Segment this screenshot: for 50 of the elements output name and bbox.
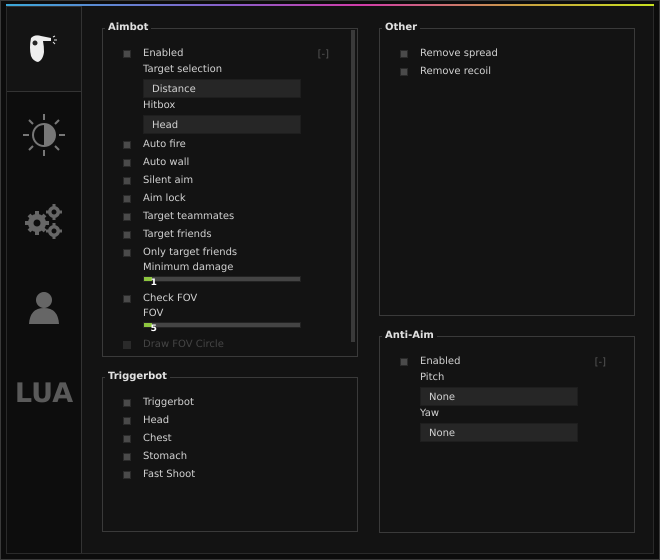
- checkbox-label: Auto fire: [143, 139, 186, 151]
- checkbox[interactable]: [400, 68, 408, 76]
- checkbox-label: Enabled: [143, 48, 184, 60]
- checkbox[interactable]: [123, 213, 131, 221]
- checkbox[interactable]: [123, 417, 131, 425]
- brightness-icon: [22, 113, 66, 157]
- checkbox-label: Target friends: [143, 229, 212, 241]
- checkbox[interactable]: [123, 177, 131, 185]
- sidebar-tab[interactable]: [7, 6, 81, 92]
- checkbox-label: Auto wall: [143, 157, 190, 169]
- checkbox[interactable]: [400, 358, 408, 366]
- checkbox-label: Only target friends: [143, 247, 238, 259]
- checkbox[interactable]: [123, 195, 131, 203]
- field-label: Yaw: [420, 408, 440, 420]
- slider-label: FOV: [143, 308, 164, 320]
- dropdown[interactable]: None: [420, 387, 578, 406]
- person-icon: [27, 290, 61, 324]
- checkbox[interactable]: [123, 399, 131, 407]
- field-label: Hitbox: [143, 100, 176, 112]
- checkbox[interactable]: [123, 50, 131, 58]
- checkbox[interactable]: [123, 141, 131, 149]
- checkbox[interactable]: [123, 159, 131, 167]
- checkbox-label: Aim lock: [143, 193, 186, 205]
- checkbox-label: Chest: [143, 433, 172, 445]
- checkbox[interactable]: [123, 295, 131, 303]
- gears-icon: [24, 203, 64, 239]
- checkbox-label: Head: [143, 415, 170, 427]
- checkbox[interactable]: [123, 453, 131, 461]
- checkbox-label: Enabled: [420, 356, 460, 368]
- checkbox-label: Triggerbot: [143, 397, 194, 409]
- checkbox[interactable]: [400, 50, 408, 58]
- checkbox[interactable]: [123, 471, 131, 479]
- slider-label: Minimum damage: [143, 262, 234, 274]
- checkbox[interactable]: [123, 435, 131, 443]
- checkbox-label: Fast Shoot: [143, 469, 196, 481]
- checkbox-label: Target teammates: [143, 211, 234, 223]
- scrollbar[interactable]: [351, 30, 355, 342]
- field-label: Target selection: [143, 64, 224, 76]
- dropdown[interactable]: None: [420, 423, 578, 442]
- field-label: Pitch: [420, 372, 446, 384]
- checkbox-label: Stomach: [143, 451, 188, 463]
- dropdown[interactable]: Head: [143, 115, 301, 134]
- checkbox[interactable]: [123, 231, 131, 239]
- checkbox[interactable]: [123, 249, 131, 257]
- dropdown[interactable]: Distance: [143, 79, 301, 98]
- checkbox-label: Remove spread: [420, 48, 498, 60]
- group-title: Triggerbot: [105, 370, 170, 384]
- checkbox-label: Remove recoil: [420, 66, 491, 78]
- checkbox-label: Silent aim: [143, 175, 194, 187]
- checkbox-label: Check FOV: [143, 293, 198, 305]
